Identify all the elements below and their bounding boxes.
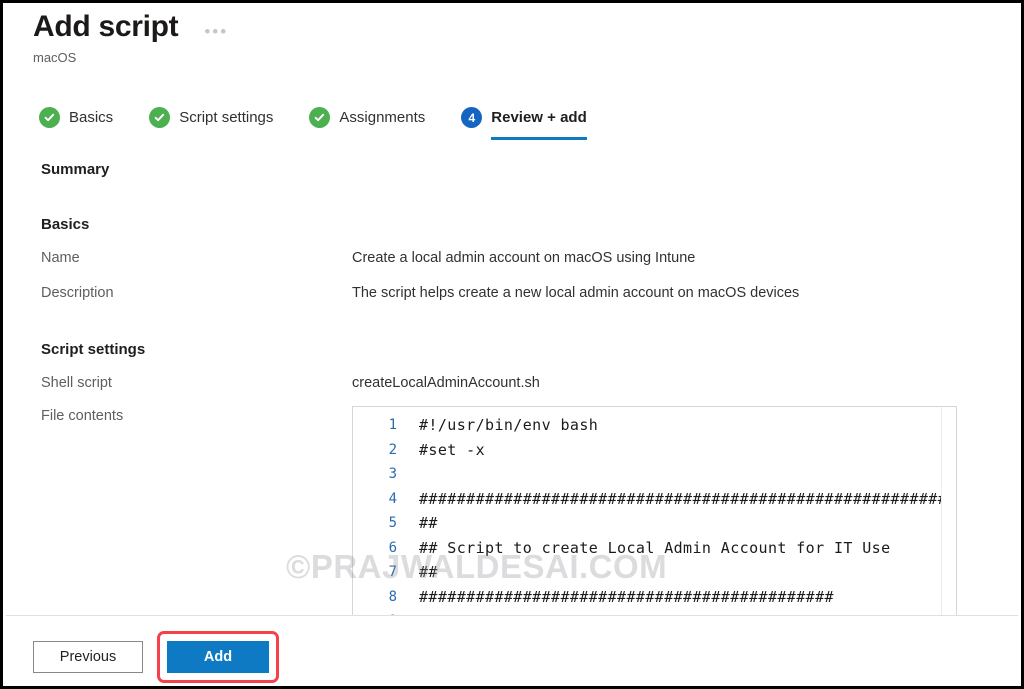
shell-script-label: Shell script xyxy=(41,375,112,391)
field-row-description: Description The script helps create a ne… xyxy=(41,283,1001,303)
code-line-text: ## xyxy=(419,563,438,582)
check-circle-icon xyxy=(309,107,331,128)
step-tab-basics[interactable]: Basics xyxy=(39,107,113,140)
page-title: Add script xyxy=(33,10,179,43)
step-tab-script-settings-label: Script settings xyxy=(179,109,274,126)
code-line: 6 ## Script to create Local Admin Account… xyxy=(353,536,941,561)
add-button[interactable]: Add xyxy=(167,641,269,673)
code-line: 5 ## xyxy=(353,511,941,536)
code-line-number: 4 xyxy=(388,490,397,507)
code-line-number: 6 xyxy=(388,539,397,556)
code-line: 7 ## xyxy=(353,560,941,585)
code-line-text: #set -x xyxy=(419,440,486,459)
field-row-shell-script: Shell script createLocalAdminAccount.sh xyxy=(41,373,1001,393)
add-script-wizard-screen: Add script ••• macOS Basics Script setti… xyxy=(0,0,1024,689)
page-subtitle: macOS xyxy=(33,50,77,65)
field-row-file-contents: File contents 1 #!/usr/bin/env bash 2 #set … xyxy=(41,406,1001,616)
name-label: Name xyxy=(41,250,80,266)
code-line-text: ########################################… xyxy=(419,587,834,606)
editor-vertical-scrollbar[interactable] xyxy=(941,407,956,616)
step-tab-review-add-label: Review + add xyxy=(491,109,587,126)
step-tab-review-add[interactable]: 4 Review + add xyxy=(461,107,587,140)
code-line-list: 1 #!/usr/bin/env bash 2 #set -x 3 4 ##########… xyxy=(353,413,956,616)
code-line-number: 8 xyxy=(388,588,397,605)
code-line-number: 3 xyxy=(388,466,397,483)
description-value: The script helps create a new local admi… xyxy=(352,285,800,301)
code-line-number: 7 xyxy=(388,564,397,581)
code-line: 3 xyxy=(353,462,941,487)
summary-heading: Summary xyxy=(41,161,110,178)
basics-section-heading: Basics xyxy=(41,216,90,233)
code-line-text: ## Script to create Local Admin Account … xyxy=(419,538,891,557)
code-line: 2 #set -x xyxy=(353,438,941,463)
code-line-number: 2 xyxy=(388,441,397,458)
file-contents-label: File contents xyxy=(41,408,124,424)
code-line: 8 #######################################… xyxy=(353,585,941,610)
step-tab-assignments[interactable]: Assignments xyxy=(309,107,425,140)
title-row: Add script ••• xyxy=(33,7,933,47)
add-button-highlight: Add xyxy=(157,631,279,683)
description-label: Description xyxy=(41,285,114,301)
shell-script-value: createLocalAdminAccount.sh xyxy=(352,375,540,391)
review-content: Summary Basics Name Create a local admin… xyxy=(41,161,1001,616)
page-header: Add script ••• macOS xyxy=(33,7,933,67)
step-number-badge: 4 xyxy=(461,107,483,128)
wizard-footer: Previous Add xyxy=(33,631,279,683)
step-tab-basics-label: Basics xyxy=(69,109,114,126)
check-circle-icon xyxy=(39,107,60,128)
script-settings-section-heading: Script settings xyxy=(41,341,146,358)
more-options-icon[interactable]: ••• xyxy=(204,23,228,40)
check-circle-icon xyxy=(149,107,171,128)
active-tab-underline xyxy=(491,137,587,140)
step-tab-script-settings[interactable]: Script settings xyxy=(149,107,273,140)
code-line-number: 5 xyxy=(388,515,397,532)
name-value: Create a local admin account on macOS us… xyxy=(352,250,696,266)
code-line: 1 #!/usr/bin/env bash xyxy=(353,413,941,438)
step-tab-assignments-label: Assignments xyxy=(339,109,426,126)
previous-button[interactable]: Previous xyxy=(33,641,143,673)
field-row-name: Name Create a local admin account on mac… xyxy=(41,248,1001,268)
file-contents-code-editor[interactable]: 1 #!/usr/bin/env bash 2 #set -x 3 4 ##########… xyxy=(352,406,957,616)
code-line-text: ## xyxy=(419,514,438,533)
footer-divider xyxy=(6,615,1018,616)
code-line-number: 1 xyxy=(388,417,397,434)
code-line: 4 #######################################… xyxy=(353,487,956,512)
code-line-text: #!/usr/bin/env bash xyxy=(419,416,599,435)
wizard-step-tabs: Basics Script settings Assignments 4 Rev… xyxy=(39,107,623,140)
code-line-text: ########################################… xyxy=(419,489,956,508)
